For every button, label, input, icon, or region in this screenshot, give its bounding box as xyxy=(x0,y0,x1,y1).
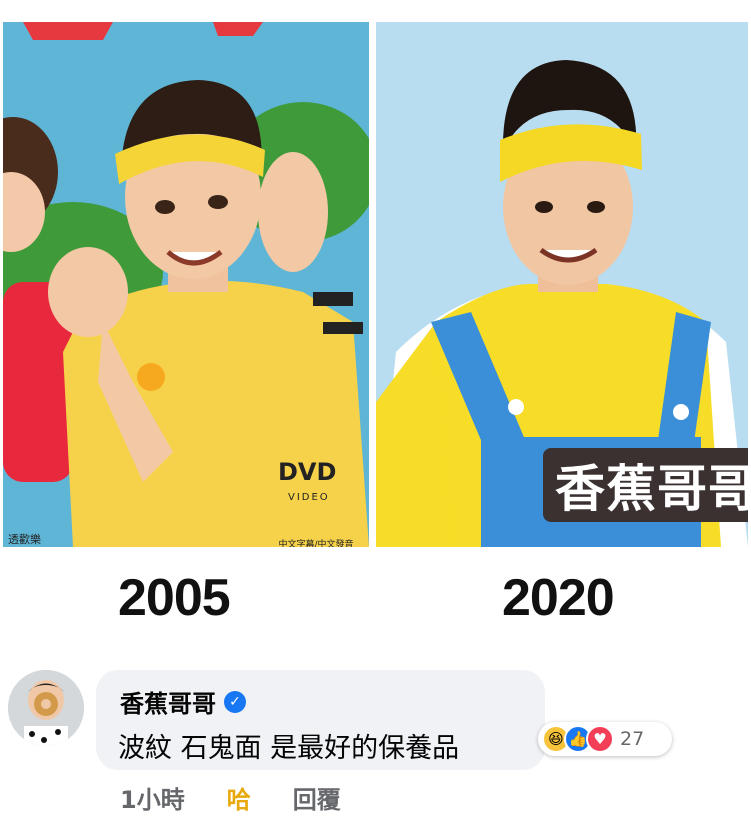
comment-author-name[interactable]: 香蕉哥哥 xyxy=(120,684,216,719)
comment-timestamp[interactable]: 1小時 xyxy=(120,780,185,815)
reaction-summary[interactable]: 😆 👍 ♥ 27 xyxy=(538,722,672,756)
year-label-2020: 2020 xyxy=(502,569,615,627)
comment-text: 波紋 石鬼面 是最好的保養品 xyxy=(118,733,460,764)
year-label-2005: 2005 xyxy=(118,569,231,627)
corner-text: 透歡樂 xyxy=(8,533,41,546)
dvd-caption: 中文字幕/中文發音 xyxy=(278,540,354,547)
love-reaction-icon: ♥ xyxy=(586,725,614,753)
comment-author[interactable]: 香蕉哥哥 ✓ xyxy=(120,684,246,719)
avatar-image xyxy=(8,670,84,746)
photo-2005-illustration: DVD VIDEO xyxy=(3,22,369,547)
dvd-logo: DVD xyxy=(278,458,336,486)
react-button[interactable]: 哈 xyxy=(227,780,251,815)
name-stamp-text: 香蕉哥哥 xyxy=(555,460,751,518)
reply-button[interactable]: 回覆 xyxy=(293,780,341,815)
photo-2005: DVD VIDEO 中文字幕/中文發音 透歡樂 xyxy=(3,22,369,547)
dvd-sub: VIDEO xyxy=(288,492,330,503)
avatar[interactable] xyxy=(8,670,84,746)
comparison-image: DVD VIDEO 中文字幕/中文發音 透歡樂 香蕉哥哥 xyxy=(0,0,751,555)
name-stamp: 香蕉哥哥 xyxy=(543,448,751,522)
comment-actions: 1小時 哈 回覆 xyxy=(120,780,341,815)
reaction-count: 27 xyxy=(620,728,645,750)
verified-check-icon: ✓ xyxy=(224,690,246,713)
